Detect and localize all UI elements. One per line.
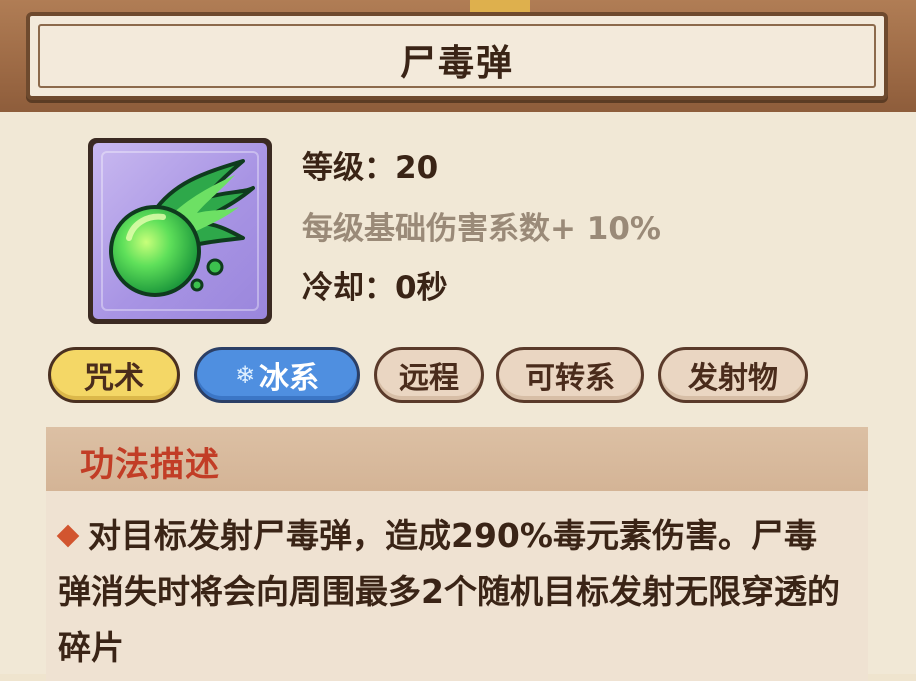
tag-label: 冰系 [259, 361, 320, 396]
description-title: 功法描述 [80, 445, 220, 485]
tag-ranged: 远程 [374, 347, 484, 403]
tag-convertible: 可转系 [496, 347, 644, 403]
skill-cooldown: 冷却：0秒 [302, 270, 448, 306]
description-text-block: 对目标发射尸毒弹，造成290%毒元素伤害。尸毒弹消失时将会向周围最多2个随机目标… [56, 508, 844, 676]
description-header: 功法描述 [46, 427, 868, 491]
snowflake-icon: ❄ [234, 361, 256, 389]
tag-label: 咒术 [84, 361, 144, 396]
tag-label: 发射物 [688, 361, 778, 396]
bullet-diamond-icon [56, 524, 80, 547]
level-bonus-text: 每级基础伤害系数+ 10% [302, 211, 661, 247]
skill-icon-frame [88, 138, 272, 324]
tag-label: 可转系 [525, 361, 615, 396]
tag-label: 远程 [399, 361, 459, 396]
green-poison-fireball-icon [93, 143, 267, 319]
tag-ice: ❄ 冰系 [194, 347, 360, 403]
tag-curse: 咒术 [48, 347, 180, 403]
skill-title: 尸毒弹 [399, 43, 514, 84]
title-panel: 尸毒弹 [26, 12, 888, 100]
skill-level: 等级：20 [302, 150, 439, 186]
tag-projectile: 发射物 [658, 347, 808, 403]
description-text: 对目标发射尸毒弹，造成290%毒元素伤害。尸毒弹消失时将会向周围最多2个随机目标… [58, 516, 840, 667]
